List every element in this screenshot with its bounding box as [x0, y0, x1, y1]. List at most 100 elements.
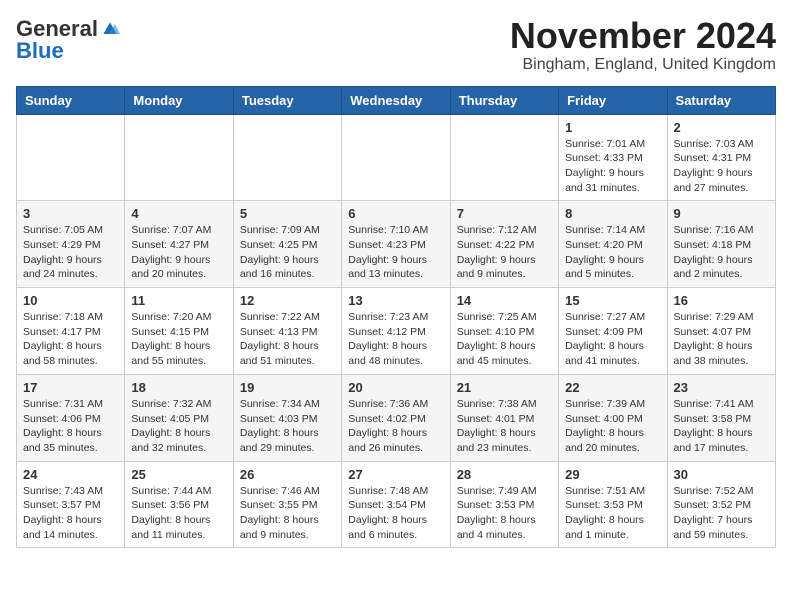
calendar-cell: 12Sunrise: 7:22 AM Sunset: 4:13 PM Dayli… — [233, 288, 341, 375]
day-info: Sunrise: 7:18 AM Sunset: 4:17 PM Dayligh… — [23, 310, 118, 369]
day-info: Sunrise: 7:22 AM Sunset: 4:13 PM Dayligh… — [240, 310, 335, 369]
day-number: 15 — [565, 293, 660, 308]
day-info: Sunrise: 7:34 AM Sunset: 4:03 PM Dayligh… — [240, 397, 335, 456]
day-info: Sunrise: 7:38 AM Sunset: 4:01 PM Dayligh… — [457, 397, 552, 456]
calendar-cell — [17, 114, 125, 201]
calendar-cell: 30 Sunrise: 7:52 AM Sunset: 3:52 PM Dayli… — [667, 461, 775, 548]
calendar-cell: 18Sunrise: 7:32 AM Sunset: 4:05 PM Dayli… — [125, 374, 233, 461]
day-info: Sunrise: 7:20 AM Sunset: 4:15 PM Dayligh… — [131, 310, 226, 369]
logo-blue-text: Blue — [16, 38, 64, 63]
day-info: Sunrise: 7:05 AM Sunset: 4:29 PM Dayligh… — [23, 223, 118, 282]
location-subtitle: Bingham, England, United Kingdom — [510, 56, 776, 74]
day-number: 9 — [674, 206, 769, 221]
page-header: General Blue November 2024 Bingham, Engl… — [16, 16, 776, 74]
col-tuesday: Tuesday — [233, 86, 341, 114]
day-info: Sunrise: 7:14 AM Sunset: 4:20 PM Dayligh… — [565, 223, 660, 282]
calendar-cell: 3 Sunrise: 7:05 AM Sunset: 4:29 PM Daylig… — [17, 201, 125, 288]
calendar-cell: 24 Sunrise: 7:43 AM Sunset: 3:57 PM Dayli… — [17, 461, 125, 548]
calendar-cell: 25 Sunrise: 7:44 AM Sunset: 3:56 PM Dayli… — [125, 461, 233, 548]
day-number: 10 — [23, 293, 118, 308]
calendar-cell: 28Sunrise: 7:49 AM Sunset: 3:53 PM Dayli… — [450, 461, 558, 548]
calendar-cell: 5 Sunrise: 7:09 AM Sunset: 4:25 PM Daylig… — [233, 201, 341, 288]
day-info: Sunrise: 7:31 AM Sunset: 4:06 PM Dayligh… — [23, 397, 118, 456]
day-info: Sunrise: 7:07 AM Sunset: 4:27 PM Dayligh… — [131, 223, 226, 282]
day-number: 17 — [23, 380, 118, 395]
day-info: Sunrise: 7:10 AM Sunset: 4:23 PM Dayligh… — [348, 223, 443, 282]
day-number: 24 — [23, 467, 118, 482]
calendar-cell: 27 Sunrise: 7:48 AM Sunset: 3:54 PM Dayli… — [342, 461, 450, 548]
col-thursday: Thursday — [450, 86, 558, 114]
day-number: 7 — [457, 206, 552, 221]
calendar-week-row-5: 24 Sunrise: 7:43 AM Sunset: 3:57 PM Dayli… — [17, 461, 776, 548]
col-sunday: Sunday — [17, 86, 125, 114]
calendar-cell: 10 Sunrise: 7:18 AM Sunset: 4:17 PM Dayli… — [17, 288, 125, 375]
calendar-week-row-2: 3 Sunrise: 7:05 AM Sunset: 4:29 PM Daylig… — [17, 201, 776, 288]
col-friday: Friday — [559, 86, 667, 114]
day-info: Sunrise: 7:16 AM Sunset: 4:18 PM Dayligh… — [674, 223, 769, 282]
day-number: 21 — [457, 380, 552, 395]
day-number: 22 — [565, 380, 660, 395]
day-info: Sunrise: 7:43 AM Sunset: 3:57 PM Dayligh… — [23, 484, 118, 543]
day-number: 30 — [674, 467, 769, 482]
col-monday: Monday — [125, 86, 233, 114]
day-info: Sunrise: 7:25 AM Sunset: 4:10 PM Dayligh… — [457, 310, 552, 369]
calendar-cell: 19Sunrise: 7:34 AM Sunset: 4:03 PM Dayli… — [233, 374, 341, 461]
calendar-cell: 6 Sunrise: 7:10 AM Sunset: 4:23 PM Daylig… — [342, 201, 450, 288]
calendar-cell: 17 Sunrise: 7:31 AM Sunset: 4:06 PM Dayli… — [17, 374, 125, 461]
day-info: Sunrise: 7:41 AM Sunset: 3:58 PM Dayligh… — [674, 397, 769, 456]
day-number: 26 — [240, 467, 335, 482]
calendar-cell — [125, 114, 233, 201]
title-section: November 2024 Bingham, England, United K… — [510, 16, 776, 74]
calendar-cell — [342, 114, 450, 201]
calendar-week-row-4: 17 Sunrise: 7:31 AM Sunset: 4:06 PM Dayli… — [17, 374, 776, 461]
day-info: Sunrise: 7:23 AM Sunset: 4:12 PM Dayligh… — [348, 310, 443, 369]
calendar-cell: 14 Sunrise: 7:25 AM Sunset: 4:10 PM Dayli… — [450, 288, 558, 375]
day-number: 16 — [674, 293, 769, 308]
col-wednesday: Wednesday — [342, 86, 450, 114]
day-number: 1 — [565, 120, 660, 135]
calendar-cell: 1 Sunrise: 7:01 AM Sunset: 4:33 PM Daylig… — [559, 114, 667, 201]
calendar-cell: 9 Sunrise: 7:16 AM Sunset: 4:18 PM Daylig… — [667, 201, 775, 288]
day-number: 23 — [674, 380, 769, 395]
calendar-week-row-1: 1 Sunrise: 7:01 AM Sunset: 4:33 PM Daylig… — [17, 114, 776, 201]
calendar-cell: 23 Sunrise: 7:41 AM Sunset: 3:58 PM Dayli… — [667, 374, 775, 461]
day-number: 5 — [240, 206, 335, 221]
day-info: Sunrise: 7:51 AM Sunset: 3:53 PM Dayligh… — [565, 484, 660, 543]
day-info: Sunrise: 7:44 AM Sunset: 3:56 PM Dayligh… — [131, 484, 226, 543]
calendar-cell: 29Sunrise: 7:51 AM Sunset: 3:53 PM Dayli… — [559, 461, 667, 548]
calendar-cell: 13Sunrise: 7:23 AM Sunset: 4:12 PM Dayli… — [342, 288, 450, 375]
day-info: Sunrise: 7:27 AM Sunset: 4:09 PM Dayligh… — [565, 310, 660, 369]
logo-icon — [100, 19, 120, 39]
calendar-table: Sunday Monday Tuesday Wednesday Thursday… — [16, 86, 776, 549]
day-info: Sunrise: 7:01 AM Sunset: 4:33 PM Dayligh… — [565, 137, 660, 196]
day-number: 25 — [131, 467, 226, 482]
day-info: Sunrise: 7:09 AM Sunset: 4:25 PM Dayligh… — [240, 223, 335, 282]
day-number: 4 — [131, 206, 226, 221]
calendar-cell: 22 Sunrise: 7:39 AM Sunset: 4:00 PM Dayli… — [559, 374, 667, 461]
calendar-cell: 11 Sunrise: 7:20 AM Sunset: 4:15 PM Dayli… — [125, 288, 233, 375]
calendar-header-row: Sunday Monday Tuesday Wednesday Thursday… — [17, 86, 776, 114]
calendar-cell: 7Sunrise: 7:12 AM Sunset: 4:22 PM Daylig… — [450, 201, 558, 288]
calendar-cell: 15 Sunrise: 7:27 AM Sunset: 4:09 PM Dayli… — [559, 288, 667, 375]
calendar-cell: 26Sunrise: 7:46 AM Sunset: 3:55 PM Dayli… — [233, 461, 341, 548]
calendar-cell: 21 Sunrise: 7:38 AM Sunset: 4:01 PM Dayli… — [450, 374, 558, 461]
day-info: Sunrise: 7:29 AM Sunset: 4:07 PM Dayligh… — [674, 310, 769, 369]
day-number: 2 — [674, 120, 769, 135]
day-number: 11 — [131, 293, 226, 308]
calendar-cell: 20Sunrise: 7:36 AM Sunset: 4:02 PM Dayli… — [342, 374, 450, 461]
day-info: Sunrise: 7:52 AM Sunset: 3:52 PM Dayligh… — [674, 484, 769, 543]
month-year-title: November 2024 — [510, 16, 776, 56]
day-number: 3 — [23, 206, 118, 221]
calendar-cell: 2Sunrise: 7:03 AM Sunset: 4:31 PM Daylig… — [667, 114, 775, 201]
logo: General Blue — [16, 16, 120, 64]
day-number: 8 — [565, 206, 660, 221]
day-number: 27 — [348, 467, 443, 482]
calendar-cell: 16 Sunrise: 7:29 AM Sunset: 4:07 PM Dayli… — [667, 288, 775, 375]
day-number: 14 — [457, 293, 552, 308]
day-number: 6 — [348, 206, 443, 221]
day-info: Sunrise: 7:39 AM Sunset: 4:00 PM Dayligh… — [565, 397, 660, 456]
day-number: 18 — [131, 380, 226, 395]
day-info: Sunrise: 7:48 AM Sunset: 3:54 PM Dayligh… — [348, 484, 443, 543]
day-number: 28 — [457, 467, 552, 482]
calendar-cell: 4 Sunrise: 7:07 AM Sunset: 4:27 PM Daylig… — [125, 201, 233, 288]
